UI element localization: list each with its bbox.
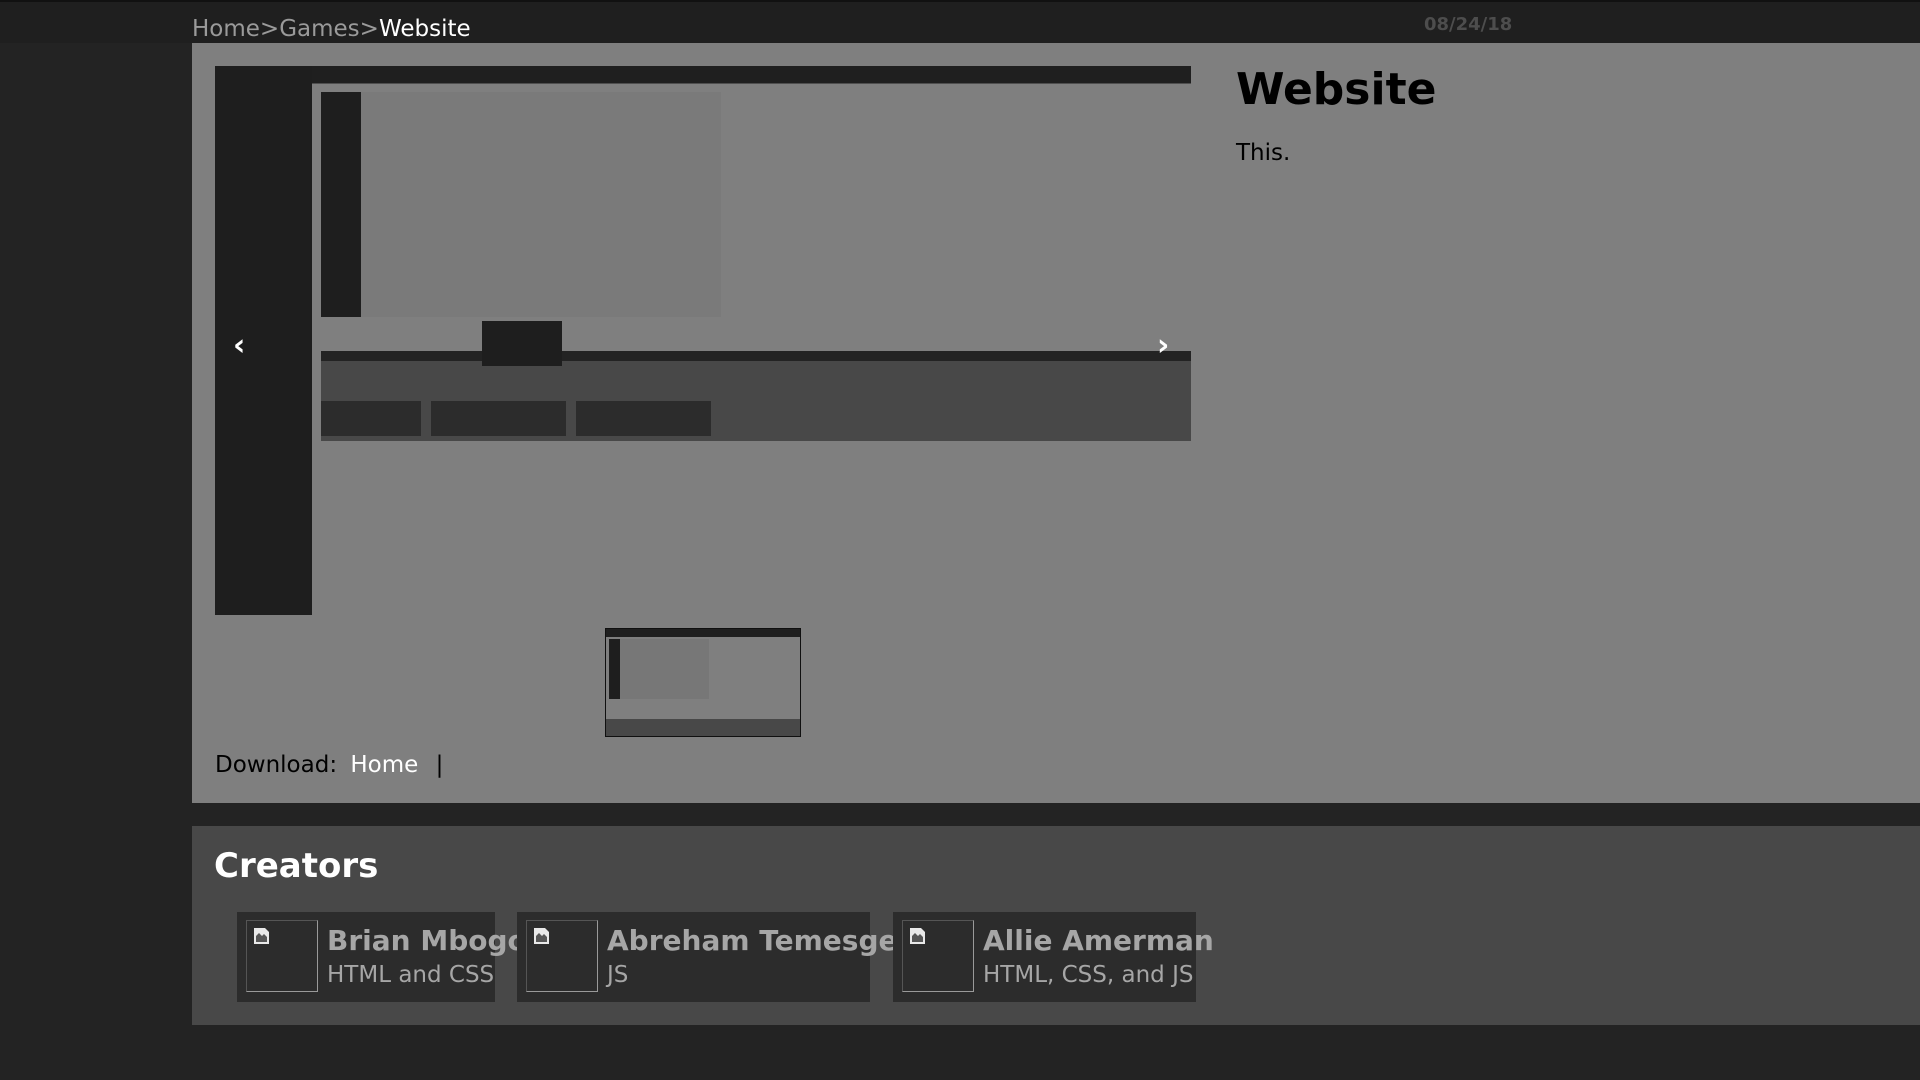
avatar xyxy=(526,920,598,992)
creator-card[interactable]: Allie Amerman HTML, CSS, and JS xyxy=(893,912,1214,1002)
page-title: Website xyxy=(1236,64,1437,115)
broken-image-icon xyxy=(534,928,549,944)
date-label: 08/24/18 xyxy=(1424,14,1513,35)
download-row: Download: Home | xyxy=(215,752,443,778)
creator-role: HTML and CSS xyxy=(327,962,495,988)
creators-heading: Creators xyxy=(214,846,379,886)
carousel-thumbnail[interactable] xyxy=(605,628,801,737)
creator-card[interactable]: Brian Mbogo HTML and CSS xyxy=(237,912,527,1002)
breadcrumb-games[interactable]: Games xyxy=(279,16,359,42)
carousel-next-button[interactable]: › xyxy=(1157,328,1169,363)
download-home-link[interactable]: Home xyxy=(350,752,418,778)
creator-role: HTML, CSS, and JS xyxy=(983,962,1194,988)
item-description: This. xyxy=(1236,140,1291,166)
breadcrumb-home[interactable]: Home xyxy=(192,16,260,42)
breadcrumb: Home>Games>Website xyxy=(192,16,471,42)
broken-image-icon xyxy=(254,928,269,944)
broken-image-icon xyxy=(910,928,925,944)
chevron-right-icon: › xyxy=(1157,328,1170,363)
breadcrumb-separator: > xyxy=(359,16,379,42)
download-separator: | xyxy=(435,752,444,778)
breadcrumb-separator: > xyxy=(259,16,280,42)
screenshot-carousel: ‹ › xyxy=(215,66,1191,615)
breadcrumb-current: Website xyxy=(378,16,471,42)
creators-section: Creators Brian Mbogo HTML and CSS Abreha… xyxy=(192,826,1920,1025)
creator-name: Allie Amerman xyxy=(983,924,1214,957)
carousel-screenshot xyxy=(312,66,1191,615)
divider-strip xyxy=(192,803,1920,826)
creator-name: Abreham Temesgen xyxy=(607,924,918,957)
download-label: Download: xyxy=(215,752,338,778)
creator-role: JS xyxy=(607,962,629,988)
avatar xyxy=(902,920,974,992)
top-bar: Home>Games>Website 08/24/18 xyxy=(0,0,1920,43)
chevron-left-icon: ‹ xyxy=(233,328,246,363)
carousel-prev-button[interactable]: ‹ xyxy=(233,328,245,363)
avatar xyxy=(246,920,318,992)
creator-card[interactable]: Abreham Temesgen JS xyxy=(517,912,917,1002)
creator-name: Brian Mbogo xyxy=(327,924,527,957)
